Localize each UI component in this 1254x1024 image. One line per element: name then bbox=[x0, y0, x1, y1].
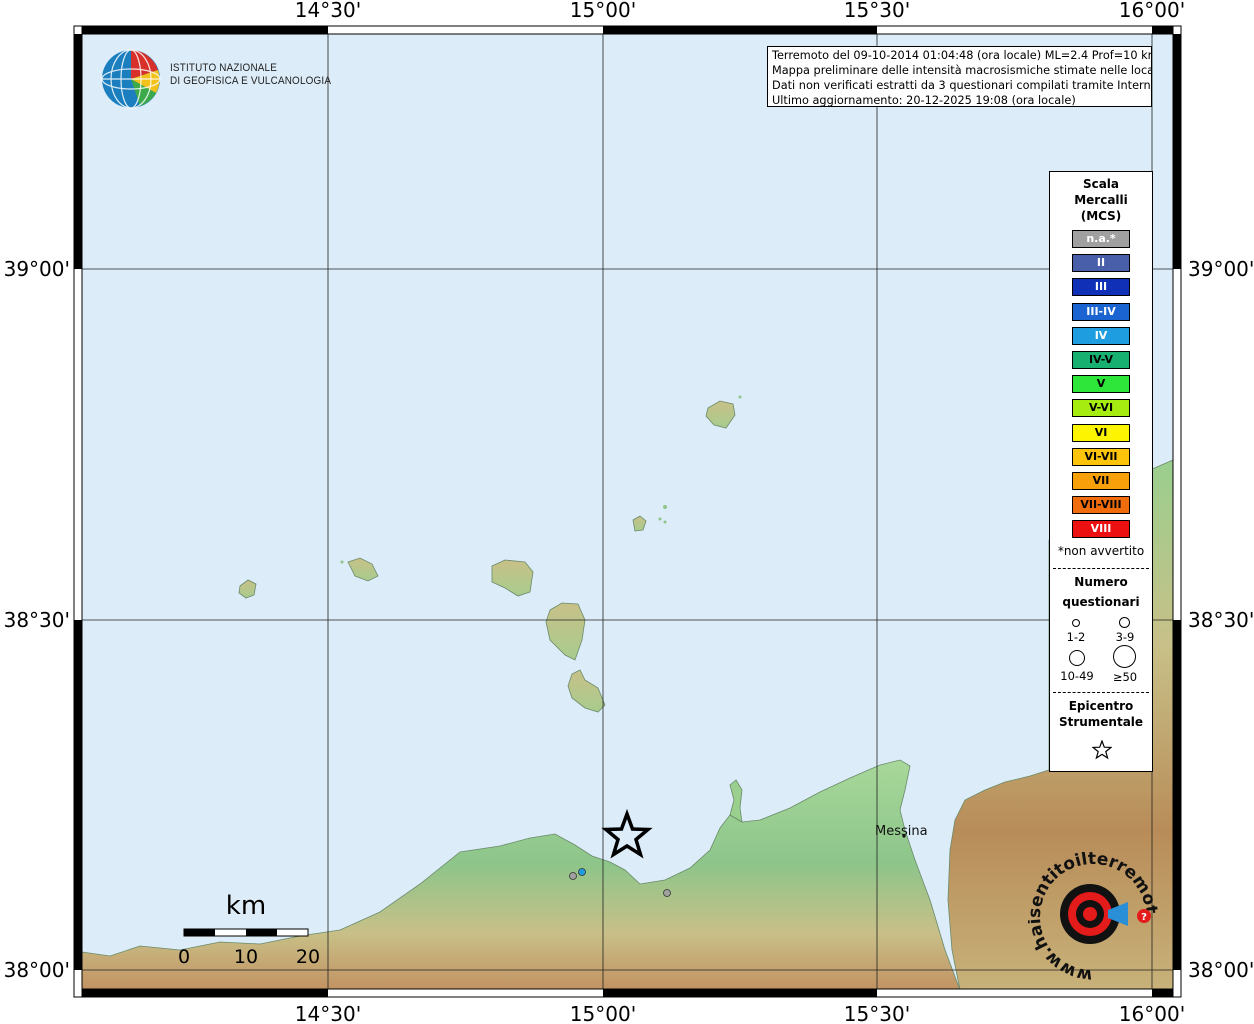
legend-count-title-line2: questionari bbox=[1062, 595, 1140, 609]
legend-circle-50-plus bbox=[1113, 645, 1136, 668]
legend-title: Scala Mercalli (MCS) bbox=[1050, 176, 1152, 224]
axis-label-bottom-1430: 14°30' bbox=[295, 1002, 361, 1024]
haisentito-logo-icon: www.haisentitoilterremoto.it ? bbox=[1028, 852, 1158, 982]
legend-panel: Scala Mercalli (MCS) n.a.* II III III-IV IV I… bbox=[1049, 171, 1153, 772]
legend-separator bbox=[1053, 568, 1149, 569]
legend-swatch-vi: VI bbox=[1072, 423, 1130, 442]
legend-circle-1-2 bbox=[1072, 619, 1080, 627]
islet bbox=[340, 560, 344, 564]
legend-swatch-vii-viii: VII-VIII bbox=[1072, 496, 1130, 515]
axis-label-top-1500: 15°00' bbox=[570, 0, 636, 22]
legend-circle-10-49 bbox=[1069, 650, 1085, 666]
axis-label-left-3900: 39°00' bbox=[4, 257, 70, 281]
legend-title-line1: Scala bbox=[1082, 177, 1120, 191]
axis-label-left-3800: 38°00' bbox=[4, 958, 70, 982]
legend-count-label-10-49: 10-49 bbox=[1060, 669, 1094, 683]
event-info-line-4: Ultimo aggiornamento: 20-12-2025 19:08 (… bbox=[772, 94, 1076, 107]
axis-label-bottom-1530: 15°30' bbox=[844, 1002, 910, 1024]
event-info-line-3: Dati non verificati estratti da 3 questi… bbox=[772, 79, 1152, 92]
scalebar-tick-0: 0 bbox=[178, 946, 190, 968]
legend-epicenter-line1: Epicentro bbox=[1068, 699, 1134, 713]
legend-na-note: *non avvertito bbox=[1057, 544, 1145, 558]
event-info-box: Terremoto del 09-10-2014 01:04:48 (ora l… bbox=[767, 46, 1152, 107]
legend-swatch-n-a: n.a.* bbox=[1072, 230, 1130, 248]
legend-swatch-viii: VIII bbox=[1072, 520, 1130, 539]
islet bbox=[663, 520, 667, 524]
axis-label-left-3830: 38°30' bbox=[4, 608, 70, 632]
axis-label-right-3800: 38°00' bbox=[1188, 958, 1254, 982]
legend-swatch-vi-vii: VI-VII bbox=[1072, 447, 1130, 466]
event-info-line-2: Mappa preliminare delle intensità macros… bbox=[772, 64, 1152, 77]
institute-name-line2: DI GEOFISICA E VULCANOLOGIA bbox=[170, 75, 332, 87]
axis-label-top-1600: 16°00' bbox=[1119, 0, 1185, 22]
event-info-line-1: Terremoto del 09-10-2014 01:04:48 (ora l… bbox=[772, 49, 1152, 62]
legend-swatch-v: V bbox=[1072, 375, 1130, 394]
legend-swatch-iv: IV bbox=[1072, 326, 1130, 345]
legend-epicenter-line2: Strumentale bbox=[1058, 715, 1144, 729]
legend-swatch-ii: II bbox=[1072, 254, 1130, 273]
axis-label-right-3830: 38°30' bbox=[1188, 608, 1254, 632]
legend-swatch-iv-v: IV-V bbox=[1072, 351, 1130, 369]
legend-swatch-iii: III bbox=[1072, 278, 1130, 297]
islet bbox=[738, 395, 742, 399]
observation-point[interactable] bbox=[663, 889, 671, 897]
legend-count-label-50-plus: ≥50 bbox=[1112, 670, 1138, 684]
islet bbox=[663, 505, 667, 509]
legend-title-line2: Mercalli bbox=[1074, 193, 1128, 207]
islet bbox=[658, 517, 662, 521]
legend-count-label-3-9: 3-9 bbox=[1115, 630, 1135, 644]
ingv-logo-icon bbox=[101, 49, 161, 109]
observation-point[interactable] bbox=[569, 872, 577, 880]
axis-label-bottom-1600: 16°00' bbox=[1119, 1002, 1185, 1024]
legend-epicenter-title: Epicentro Strumentale bbox=[1050, 698, 1152, 730]
scalebar-tick-10: 10 bbox=[234, 946, 258, 968]
scalebar-unit: km bbox=[226, 891, 266, 921]
axis-label-bottom-1500: 15°00' bbox=[570, 1002, 636, 1024]
axis-label-top-1530: 15°30' bbox=[844, 0, 910, 22]
axis-label-right-3900: 39°00' bbox=[1188, 257, 1254, 281]
legend-count-label-1-2: 1-2 bbox=[1066, 630, 1086, 644]
observation-point[interactable] bbox=[578, 868, 586, 876]
legend-swatch-iii-iv: III-IV bbox=[1072, 302, 1130, 321]
legend-epicenter-star-icon bbox=[1092, 740, 1112, 760]
institute-name: ISTITUTO NAZIONALE DI GEOFISICA E VULCAN… bbox=[170, 62, 331, 88]
institute-name-line1: ISTITUTO NAZIONALE bbox=[170, 62, 278, 74]
legend-title-line3: (MCS) bbox=[1080, 209, 1122, 223]
legend-count-title-line1: Numero bbox=[1074, 575, 1128, 589]
legend-swatch-vii: VII bbox=[1072, 472, 1130, 490]
legend-swatch-v-vi: V-VI bbox=[1072, 399, 1130, 418]
place-marker-messina bbox=[902, 834, 906, 838]
legend-circle-3-9 bbox=[1119, 617, 1130, 628]
axis-label-top-1430: 14°30' bbox=[295, 0, 361, 22]
svg-text:?: ? bbox=[1141, 912, 1147, 923]
legend-separator bbox=[1053, 692, 1149, 693]
place-label-messina: Messina bbox=[875, 824, 928, 839]
scalebar-tick-20: 20 bbox=[296, 946, 320, 968]
legend-count-title: Numero questionari bbox=[1050, 572, 1152, 612]
scalebar bbox=[183, 928, 309, 937]
